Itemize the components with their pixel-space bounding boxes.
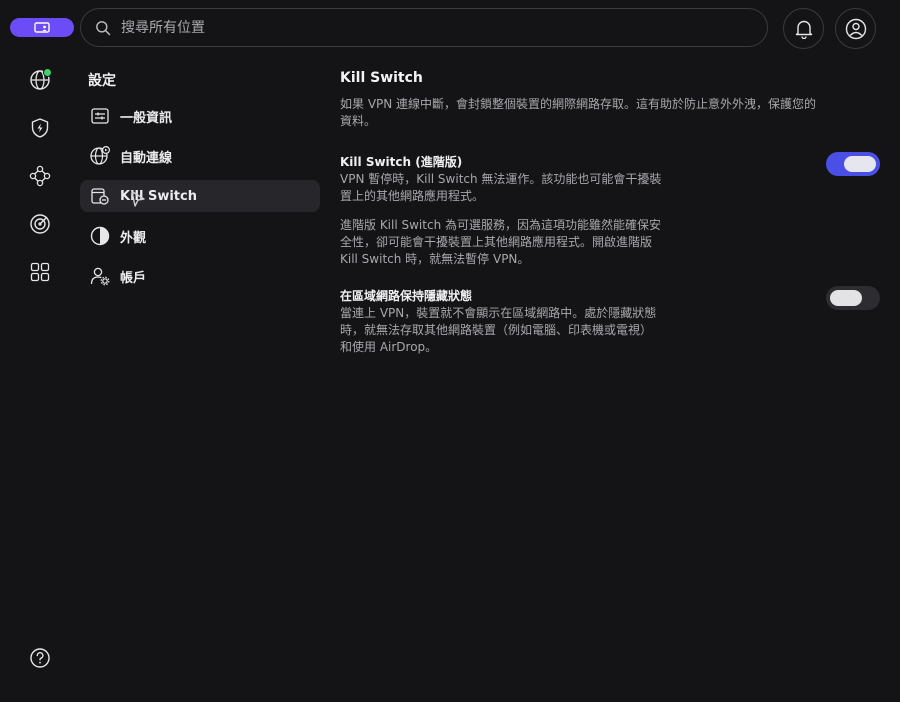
- nodes-icon: [29, 165, 51, 187]
- appearance-icon: [90, 226, 110, 246]
- user-circle-icon: [845, 18, 867, 40]
- settings-item-general[interactable]: 一般資訊: [80, 100, 320, 132]
- advanced-kill-switch-toggle[interactable]: [826, 152, 880, 176]
- settings-item-auto-connect[interactable]: 自動連線: [80, 140, 320, 172]
- account-icon: [90, 266, 110, 286]
- notifications-button[interactable]: [783, 8, 824, 49]
- search-icon: [95, 20, 111, 36]
- search-input[interactable]: [119, 18, 723, 37]
- settings-item-account[interactable]: 帳戶: [80, 260, 320, 292]
- rail-help-button[interactable]: [28, 646, 52, 670]
- settings-item-label: 一般資訊: [120, 110, 173, 126]
- advanced-kill-switch-note: 進階版 Kill Switch 為可選服務，因為這項功能雖然能確保安全性，卻可能…: [340, 218, 661, 266]
- page-title: Kill Switch: [340, 70, 423, 86]
- settings-item-label: 自動連線: [120, 150, 173, 166]
- kill-switch-icon: [90, 186, 110, 206]
- kill-switch-intro: 如果 VPN 連線中斷，會封鎖整個裝置的網際網路存取。這有助於防止意外外洩，保護…: [340, 97, 817, 128]
- advanced-kill-switch-title: Kill Switch (進階版): [340, 155, 463, 169]
- rail-dark-web-monitor-button[interactable]: [28, 212, 52, 236]
- bell-icon: [795, 19, 813, 39]
- grid-icon: [30, 262, 50, 282]
- sliders-icon: [90, 106, 110, 126]
- advanced-kill-switch-desc: VPN 暫停時，Kill Switch 無法運作。該功能也可能會干擾裝置上的其他…: [340, 172, 662, 203]
- rail-apps-button[interactable]: [28, 260, 52, 284]
- target-icon: [29, 213, 51, 235]
- lan-invisibility-title: 在區域網路保持隱藏狀態: [340, 289, 473, 303]
- mouse-cursor: [130, 190, 146, 208]
- profile-button[interactable]: [835, 8, 876, 49]
- search-bar[interactable]: [80, 8, 768, 47]
- settings-item-kill-switch[interactable]: Kill Switch: [80, 180, 320, 212]
- rail-meshnet-button[interactable]: [28, 164, 52, 188]
- mode-switch-button[interactable]: [10, 18, 74, 37]
- lan-invisibility-desc: 當連上 VPN，裝置就不會顯示在區域網路中。處於隱藏狀態時，就無法存取其他網路裝…: [340, 306, 657, 354]
- settings-title: 設定: [88, 73, 116, 89]
- settings-item-label: 外觀: [120, 230, 147, 246]
- settings-item-appearance[interactable]: 外觀: [80, 220, 320, 252]
- device-icon: [34, 21, 50, 34]
- rail-threat-protection-button[interactable]: [28, 116, 52, 140]
- lan-invisibility-toggle[interactable]: [826, 286, 880, 310]
- help-icon: [29, 647, 51, 669]
- globe-auto-icon: [90, 146, 110, 166]
- toggle-knob: [830, 290, 862, 306]
- app-window: 設定 一般資訊 自動連線 Kill Switch 外觀 帳戶 Kill Swi: [0, 0, 900, 702]
- rail-home-button[interactable]: [28, 68, 52, 92]
- connected-status-dot: [43, 68, 52, 77]
- settings-item-label: 帳戶: [120, 270, 147, 286]
- toggle-knob: [844, 156, 876, 172]
- shield-bolt-icon: [29, 117, 51, 139]
